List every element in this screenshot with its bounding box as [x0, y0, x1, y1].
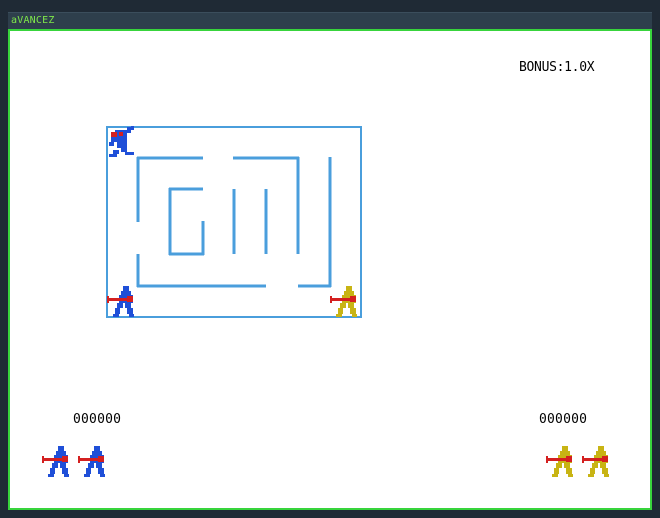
player1-life-icon — [78, 446, 105, 477]
player2-life-icon — [546, 446, 573, 477]
player1-life-icon — [42, 446, 69, 477]
blue-gunner-icon — [107, 286, 134, 317]
maze — [106, 126, 362, 318]
game-window: aVANCEZ BONUS:1.0X 000000 000000 — [0, 0, 660, 518]
player1-score: 000000 — [73, 412, 122, 427]
player2-life-icon — [582, 446, 609, 477]
yellow-gunner-icon — [330, 286, 357, 317]
player2-score: 000000 — [539, 412, 588, 427]
crouching-creature-icon — [109, 126, 134, 157]
bonus-multiplier: BONUS:1.0X — [519, 60, 595, 75]
